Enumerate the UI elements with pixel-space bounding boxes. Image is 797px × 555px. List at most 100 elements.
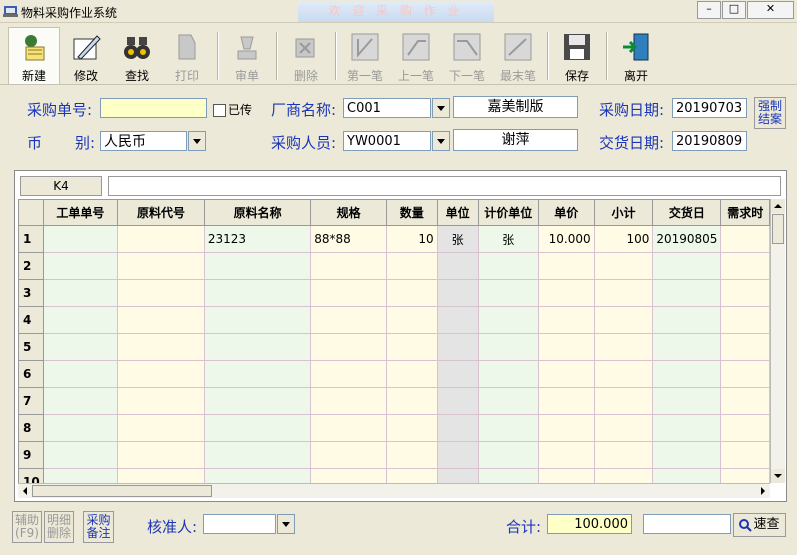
table-cell[interactable] [117, 333, 205, 361]
table-cell[interactable] [720, 306, 770, 334]
table-row[interactable]: 10 [18, 468, 770, 483]
table-cell[interactable] [117, 279, 205, 307]
column-header[interactable]: 小计 [593, 199, 654, 226]
column-header[interactable]: 交货日 [652, 199, 722, 226]
table-cell[interactable] [42, 252, 119, 280]
table-cell[interactable] [117, 252, 205, 280]
table-cell[interactable] [436, 279, 479, 307]
find-button[interactable]: 查找 [112, 28, 162, 84]
table-cell[interactable] [537, 279, 595, 307]
table-cell[interactable] [117, 387, 205, 415]
table-cell[interactable] [310, 333, 387, 361]
table-cell[interactable] [537, 360, 595, 388]
table-row[interactable]: 4 [18, 306, 770, 334]
close-button[interactable]: ✕ [747, 1, 794, 19]
table-cell[interactable] [117, 441, 205, 469]
table-cell[interactable]: 张 [477, 225, 539, 253]
buyer-dropdown-button[interactable] [432, 131, 450, 151]
print-button[interactable]: 打印 [162, 28, 212, 84]
table-cell[interactable]: 23123 [203, 225, 312, 253]
force-close-button[interactable]: 强制结案 [754, 97, 786, 129]
column-header[interactable]: 原料名称 [203, 199, 312, 226]
edit-button[interactable]: 修改 [61, 28, 111, 84]
currency-select[interactable]: 人民币 [100, 131, 187, 151]
table-row[interactable]: 5 [18, 333, 770, 361]
table-cell[interactable] [310, 306, 387, 334]
column-header[interactable]: 规格 [310, 199, 387, 226]
table-cell[interactable] [436, 387, 479, 415]
table-row[interactable]: 7 [18, 387, 770, 415]
table-cell[interactable] [42, 468, 119, 483]
vendor-code-input[interactable]: C001 [343, 98, 431, 118]
table-cell[interactable] [720, 225, 770, 253]
table-cell[interactable] [537, 414, 595, 442]
table-cell[interactable] [477, 306, 539, 334]
table-cell[interactable] [117, 306, 205, 334]
previous-record-button[interactable]: 上一笔 [391, 28, 441, 84]
table-cell[interactable] [477, 468, 539, 483]
table-row[interactable]: 1 23123 88*88 10 张张 10.000 100 20190805 [18, 225, 770, 253]
table-cell[interactable] [310, 387, 387, 415]
table-cell[interactable] [385, 387, 438, 415]
table-cell[interactable] [720, 387, 770, 415]
detail-delete-button[interactable]: 明细 删除 [44, 511, 74, 543]
table-cell[interactable] [537, 468, 595, 483]
column-header[interactable]: 工单单号 [42, 199, 119, 226]
table-cell[interactable] [720, 441, 770, 469]
table-row[interactable]: 6 [18, 360, 770, 388]
table-cell[interactable] [593, 360, 654, 388]
table-cell[interactable] [652, 360, 722, 388]
column-header[interactable]: 需求时 [720, 199, 770, 226]
scroll-up-button[interactable] [771, 199, 785, 213]
table-cell[interactable] [310, 279, 387, 307]
delivery-date-input[interactable]: 20190809 [672, 131, 747, 151]
table-cell[interactable] [477, 387, 539, 415]
table-cell[interactable] [477, 279, 539, 307]
vertical-scrollbar[interactable] [770, 199, 785, 483]
approver-dropdown-button[interactable] [277, 514, 295, 534]
table-cell[interactable] [385, 414, 438, 442]
horizontal-scrollbar[interactable] [18, 483, 770, 498]
table-cell[interactable] [42, 441, 119, 469]
table-cell[interactable] [436, 468, 479, 483]
table-cell[interactable] [203, 279, 312, 307]
column-header[interactable]: 计价单位 [477, 199, 539, 226]
quick-search-input[interactable] [643, 514, 731, 534]
table-row[interactable]: 3 [18, 279, 770, 307]
table-cell[interactable] [385, 468, 438, 483]
table-cell[interactable] [537, 306, 595, 334]
table-cell[interactable]: 10 [385, 225, 438, 253]
column-header[interactable]: 单价 [537, 199, 595, 226]
first-record-button[interactable]: 第一笔 [340, 28, 390, 84]
minimize-button[interactable]: – [697, 1, 721, 19]
table-cell[interactable] [593, 441, 654, 469]
table-cell[interactable] [436, 306, 479, 334]
table-cell[interactable] [42, 387, 119, 415]
column-header[interactable]: 数量 [385, 199, 438, 226]
table-cell[interactable] [42, 360, 119, 388]
table-cell[interactable]: 100 [593, 225, 654, 253]
po-note-button[interactable]: 采购 备注 [83, 511, 114, 543]
table-cell[interactable] [42, 306, 119, 334]
table-cell[interactable] [203, 360, 312, 388]
table-cell[interactable] [720, 360, 770, 388]
approve-button[interactable]: 审单 [222, 28, 272, 84]
table-cell[interactable] [652, 468, 722, 483]
table-cell[interactable] [310, 441, 387, 469]
table-cell[interactable] [477, 414, 539, 442]
table-cell[interactable] [42, 414, 119, 442]
table-cell[interactable] [436, 414, 479, 442]
arrow-left-icon[interactable] [18, 484, 32, 498]
table-cell[interactable] [652, 387, 722, 415]
table-cell[interactable] [537, 387, 595, 415]
table-cell[interactable] [42, 279, 119, 307]
maximize-button[interactable]: □ [722, 1, 746, 19]
scroll-down-button[interactable] [771, 469, 785, 483]
table-cell[interactable] [652, 279, 722, 307]
next-record-button[interactable]: 下一笔 [442, 28, 492, 84]
table-cell[interactable] [385, 279, 438, 307]
delete-button[interactable]: 删除 [281, 28, 331, 84]
table-cell[interactable] [203, 468, 312, 483]
row-number-header[interactable] [18, 199, 44, 226]
table-cell[interactable] [477, 333, 539, 361]
